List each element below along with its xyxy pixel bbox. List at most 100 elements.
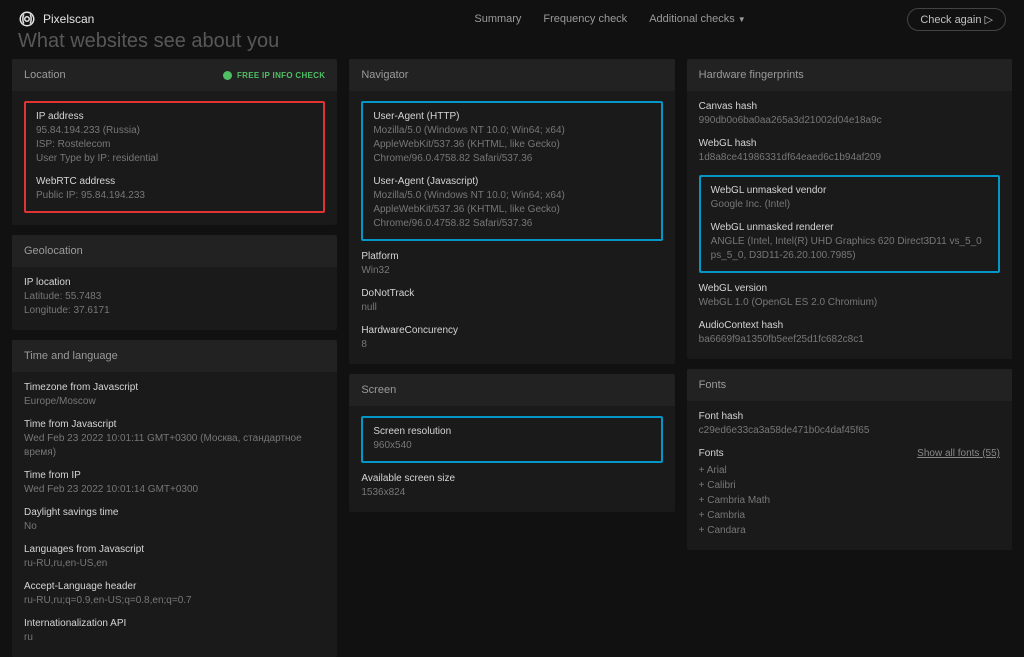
uahttp-value: Mozilla/5.0 (Windows NT 10.0; Win64; x64… <box>373 124 650 166</box>
langjs-label: Languages from Javascript <box>24 544 325 555</box>
ip-value: 95.84.194.233 (Russia) <box>36 124 313 138</box>
panel-location-title: Location <box>24 69 66 81</box>
res-label: Screen resolution <box>373 426 650 437</box>
show-all-fonts-link[interactable]: Show all fonts (55) <box>917 448 1000 459</box>
check-again-button[interactable]: Check again ▷ <box>907 8 1006 31</box>
item-webrtc: WebRTC address Public IP: 95.84.194.233 <box>36 176 313 203</box>
dnt-value: null <box>361 301 662 315</box>
highlight-useragent: User-Agent (HTTP) Mozilla/5.0 (Windows NT… <box>361 101 662 241</box>
lat-value: Latitude: 55.7483 <box>24 290 325 304</box>
tip-label: Time from IP <box>24 470 325 481</box>
wglver-value: WebGL 1.0 (OpenGL ES 2.0 Chromium) <box>699 296 1000 310</box>
panel-hardware: Hardware fingerprints Canvas hash 990db0o… <box>687 59 1012 359</box>
dnt-label: DoNotTrack <box>361 288 662 299</box>
dst-label: Daylight savings time <box>24 507 325 518</box>
panel-navigator-header: Navigator <box>349 59 674 91</box>
free-ip-badge-text: FREE IP INFO CHECK <box>237 71 325 80</box>
main-grid: Location FREE IP INFO CHECK IP address 9… <box>0 59 1024 657</box>
nav-additional-label: Additional checks <box>649 13 735 25</box>
fonts-list-label: Fonts Show all fonts (55) <box>699 448 1000 459</box>
langjs-value: ru-RU,ru,en-US,en <box>24 557 325 571</box>
panel-navigator: Navigator User-Agent (HTTP) Mozilla/5.0 (… <box>349 59 674 364</box>
uvendor-label: WebGL unmasked vendor <box>711 185 988 196</box>
fonthash-label: Font hash <box>699 411 1000 422</box>
panel-time: Time and language Timezone from Javascri… <box>12 340 337 657</box>
panel-fonts: Fonts Font hash c29ed6e33ca3a58de471b0c4d… <box>687 369 1012 550</box>
panel-hardware-header: Hardware fingerprints <box>687 59 1012 91</box>
canvas-label: Canvas hash <box>699 101 1000 112</box>
check-circle-icon <box>223 71 232 80</box>
hwc-label: HardwareConcurency <box>361 325 662 336</box>
panel-fonts-title: Fonts <box>699 379 727 391</box>
column-3: Hardware fingerprints Canvas hash 990db0o… <box>687 59 1012 657</box>
urenderer-label: WebGL unmasked renderer <box>711 222 988 233</box>
accept-value: ru-RU,ru;q=0.9,en-US;q=0.8,en;q=0.7 <box>24 594 325 608</box>
urenderer-value: ANGLE (Intel, Intel(R) UHD Graphics 620 … <box>711 235 988 263</box>
panel-navigator-title: Navigator <box>361 69 408 81</box>
panel-location-header: Location FREE IP INFO CHECK <box>12 59 337 91</box>
column-1: Location FREE IP INFO CHECK IP address 9… <box>12 59 337 657</box>
free-ip-badge[interactable]: FREE IP INFO CHECK <box>223 71 325 80</box>
webrtc-value: Public IP: 95.84.194.233 <box>36 189 313 203</box>
highlight-webgl-unmasked: WebGL unmasked vendor Google Inc. (Intel)… <box>699 175 1000 273</box>
brand: Pixelscan <box>18 10 94 28</box>
check-again-label: Check again <box>920 14 981 26</box>
uahttp-label: User-Agent (HTTP) <box>373 111 650 122</box>
panel-screen-title: Screen <box>361 384 396 396</box>
nav-frequency[interactable]: Frequency check <box>543 13 627 25</box>
platform-value: Win32 <box>361 264 662 278</box>
tzjs-value: Europe/Moscow <box>24 395 325 409</box>
uajs-value: Mozilla/5.0 (Windows NT 10.0; Win64; x64… <box>373 189 650 231</box>
highlight-location: IP address 95.84.194.233 (Russia) ISP: R… <box>24 101 325 213</box>
highlight-screen-res: Screen resolution 960x540 <box>361 416 662 463</box>
canvas-value: 990db0o6ba0aa265a3d21002d04e18a9c <box>699 114 1000 128</box>
uvendor-value: Google Inc. (Intel) <box>711 198 988 212</box>
item-ip-location: IP location Latitude: 55.7483 Longitude:… <box>24 277 325 318</box>
nav-summary[interactable]: Summary <box>474 13 521 25</box>
platform-label: Platform <box>361 251 662 262</box>
lng-value: Longitude: 37.6171 <box>24 304 325 318</box>
intl-label: Internationalization API <box>24 618 325 629</box>
panel-screen-header: Screen <box>349 374 674 406</box>
tjs-label: Time from Javascript <box>24 419 325 430</box>
accept-label: Accept-Language header <box>24 581 325 592</box>
column-2: Navigator User-Agent (HTTP) Mozilla/5.0 (… <box>349 59 674 657</box>
hwc-value: 8 <box>361 338 662 352</box>
dst-value: No <box>24 520 325 534</box>
nav-additional[interactable]: Additional checks▼ <box>649 13 746 25</box>
isp-value: ISP: Rostelecom <box>36 138 313 152</box>
avail-value: 1536x824 <box>361 486 662 500</box>
wglhash-label: WebGL hash <box>699 138 1000 149</box>
item-ip-address: IP address 95.84.194.233 (Russia) ISP: R… <box>36 111 313 166</box>
uajs-label: User-Agent (Javascript) <box>373 176 650 187</box>
panel-fonts-header: Fonts <box>687 369 1012 401</box>
res-value: 960x540 <box>373 439 650 453</box>
panel-geolocation-header: Geolocation <box>12 235 337 267</box>
top-nav: Summary Frequency check Additional check… <box>474 13 745 25</box>
wglhash-value: 1d8a8ce41986331df64eaed6c1b94af209 <box>699 151 1000 165</box>
fonthash-value: c29ed6e33ca3a58de471b0c4daf45f65 <box>699 424 1000 438</box>
audio-value: ba6669f9a1350fb5eef25d1fc682c8c1 <box>699 333 1000 347</box>
fonts-list: + Arial+ Calibri+ Cambria Math+ Cambria+… <box>699 463 1000 538</box>
tzjs-label: Timezone from Javascript <box>24 382 325 393</box>
ip-label: IP address <box>36 111 313 122</box>
wglver-label: WebGL version <box>699 283 1000 294</box>
brand-logo-icon <box>18 10 36 28</box>
audio-label: AudioContext hash <box>699 320 1000 331</box>
panel-location: Location FREE IP INFO CHECK IP address 9… <box>12 59 337 225</box>
panel-screen: Screen Screen resolution 960x540 Availabl… <box>349 374 674 512</box>
avail-label: Available screen size <box>361 473 662 484</box>
page-title: What websites see about you <box>0 30 1024 59</box>
chevron-down-icon: ▼ <box>738 15 746 24</box>
usertype-value: User Type by IP: residential <box>36 152 313 166</box>
tjs-value: Wed Feb 23 2022 10:01:11 GMT+0300 (Москв… <box>24 432 325 460</box>
iploc-label: IP location <box>24 277 325 288</box>
intl-value: ru <box>24 631 325 645</box>
panel-time-title: Time and language <box>24 350 118 362</box>
tip-value: Wed Feb 23 2022 10:01:14 GMT+0300 <box>24 483 325 497</box>
panel-time-header: Time and language <box>12 340 337 372</box>
brand-name: Pixelscan <box>43 12 94 26</box>
webrtc-label: WebRTC address <box>36 176 313 187</box>
panel-geolocation-title: Geolocation <box>24 245 83 257</box>
panel-geolocation: Geolocation IP location Latitude: 55.748… <box>12 235 337 330</box>
